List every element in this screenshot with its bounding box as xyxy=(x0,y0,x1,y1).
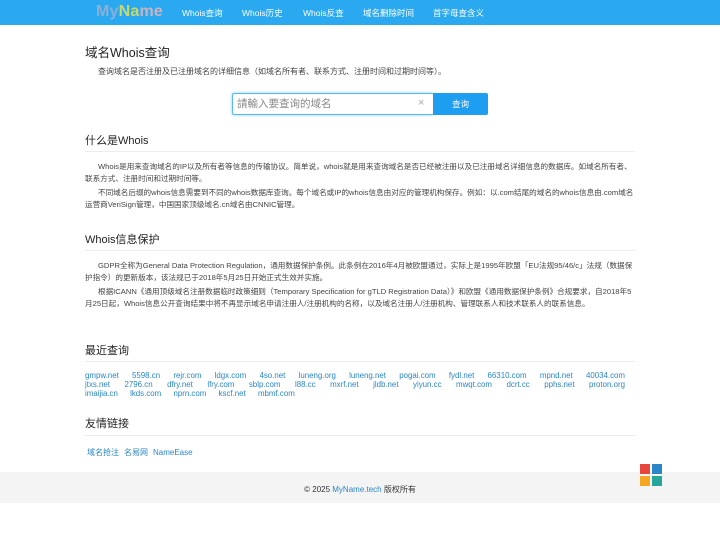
recent-domain-link[interactable]: jldb.net xyxy=(373,380,398,389)
friend-link[interactable]: 域名抢注 xyxy=(87,448,119,457)
recent-domain-link[interactable]: nprn.com xyxy=(173,389,206,398)
recent-domain-link[interactable]: rejr.com xyxy=(173,371,201,380)
about-paragraph-2: 不同域名后缀的whois信息需要到不同的whois数据库查询。每个域名或IP的w… xyxy=(85,188,634,209)
friend-link[interactable]: NameEase xyxy=(153,448,193,457)
grid-icon[interactable] xyxy=(640,464,662,486)
footer-site-link[interactable]: MyName.tech xyxy=(332,485,381,494)
domain-search-input[interactable] xyxy=(232,93,433,115)
recent-domain-link[interactable]: luneng.org xyxy=(299,371,336,380)
grid-square xyxy=(640,476,650,486)
recent-domain-link[interactable]: gmpw.net xyxy=(85,371,119,380)
recent-domain-link[interactable]: mbmf.com xyxy=(258,389,295,398)
recent-domain-link[interactable]: 66310.com xyxy=(488,371,527,380)
recent-domain-link[interactable]: pphs.net xyxy=(544,380,574,389)
search-button[interactable]: 查询 xyxy=(433,93,488,115)
recent-domain-link[interactable]: pogai.com xyxy=(399,371,435,380)
logo-part-3: me xyxy=(139,3,164,20)
grid-square xyxy=(652,464,662,474)
recent-domain-link[interactable]: kscf.net xyxy=(219,389,246,398)
divider xyxy=(85,250,635,251)
nav-initial-meaning[interactable]: 首字母查含义 xyxy=(433,7,484,19)
copyright-prefix: © 2025 xyxy=(304,485,333,494)
friend-link[interactable]: 名易网 xyxy=(124,448,148,457)
privacy-title: Whois信息保护 xyxy=(85,234,160,246)
divider xyxy=(85,361,635,362)
recent-domain-link[interactable]: luneng.net xyxy=(349,371,386,380)
recent-domain-link[interactable]: lkds.com xyxy=(130,389,161,398)
recent-domain-link[interactable]: sblp.com xyxy=(249,380,281,389)
recent-domain-link[interactable]: ldgx.com xyxy=(215,371,247,380)
friend-link-list: 域名抢注 名易网 NameEase xyxy=(87,447,198,458)
recent-domain-list: gmpw.net 5598.cn rejr.com ldgx.com 4so.n… xyxy=(85,371,635,398)
nav-domain-delete-time[interactable]: 域名删除时间 xyxy=(363,7,414,19)
privacy-paragraph-1: GDPR全称为General Data Protection Regulatio… xyxy=(85,261,633,282)
recent-domain-link[interactable]: mpnd.net xyxy=(540,371,573,380)
recent-domain-link[interactable]: l88.cc xyxy=(295,380,316,389)
page-description: 查询域名是否注册及已注册域名的详细信息（如域名所有者、联系方式、注册时间和过期时… xyxy=(98,67,446,76)
copyright: © 2025 MyName.tech 版权所有 xyxy=(0,484,720,495)
recent-domain-link[interactable]: 2796.cn xyxy=(125,380,153,389)
top-nav: MyName Whois查询 Whois历史 Whois反查 域名删除时间 首字… xyxy=(0,0,720,25)
site-logo[interactable]: MyName xyxy=(96,3,163,21)
friend-links-title: 友情链接 xyxy=(85,418,129,430)
page-title: 域名Whois查询 xyxy=(85,46,170,60)
recent-domain-link[interactable]: proton.org xyxy=(589,380,625,389)
nav-whois-history[interactable]: Whois历史 xyxy=(242,7,283,19)
logo-part-2: Na xyxy=(118,3,140,20)
recent-domain-link[interactable]: mxrf.net xyxy=(330,380,359,389)
logo-part-1: My xyxy=(96,3,119,20)
recent-domain-link[interactable]: mwqt.com xyxy=(456,380,492,389)
footer: © 2025 MyName.tech 版权所有 xyxy=(0,472,720,503)
recent-domain-link[interactable]: dcrt.cc xyxy=(506,380,529,389)
divider xyxy=(85,151,635,152)
recent-domain-link[interactable]: lfry.com xyxy=(207,380,234,389)
privacy-paragraph-2: 根据ICANN《通用顶级域名注册数据临时政策细则（Temporary Speci… xyxy=(85,287,632,308)
nav-whois-lookup[interactable]: Whois查询 xyxy=(182,7,223,19)
recent-domain-link[interactable]: dfry.net xyxy=(167,380,193,389)
clear-icon[interactable]: × xyxy=(418,97,424,109)
recent-domain-link[interactable]: 4so.net xyxy=(259,371,285,380)
divider xyxy=(85,435,635,436)
about-paragraph-1: Whois是用来查询域名的IP以及所有者等信息的传输协议。简单说，whois就是… xyxy=(85,162,632,183)
grid-square xyxy=(652,476,662,486)
recent-domain-link[interactable]: 5598.cn xyxy=(132,371,160,380)
copyright-suffix: 版权所有 xyxy=(381,485,416,494)
nav-whois-reverse[interactable]: Whois反查 xyxy=(303,7,344,19)
recent-domain-link[interactable]: yiyun.cc xyxy=(413,380,442,389)
search-bar: × 查询 xyxy=(232,93,488,115)
grid-square xyxy=(640,464,650,474)
recent-domain-link[interactable]: fydl.net xyxy=(449,371,474,380)
recent-title: 最近查询 xyxy=(85,345,129,357)
recent-domain-link[interactable]: 40034.com xyxy=(586,371,625,380)
recent-domain-link[interactable]: jtxs.net xyxy=(85,380,110,389)
about-whois-title: 什么是Whois xyxy=(85,135,149,147)
recent-domain-link[interactable]: imaijia.cn xyxy=(85,389,118,398)
